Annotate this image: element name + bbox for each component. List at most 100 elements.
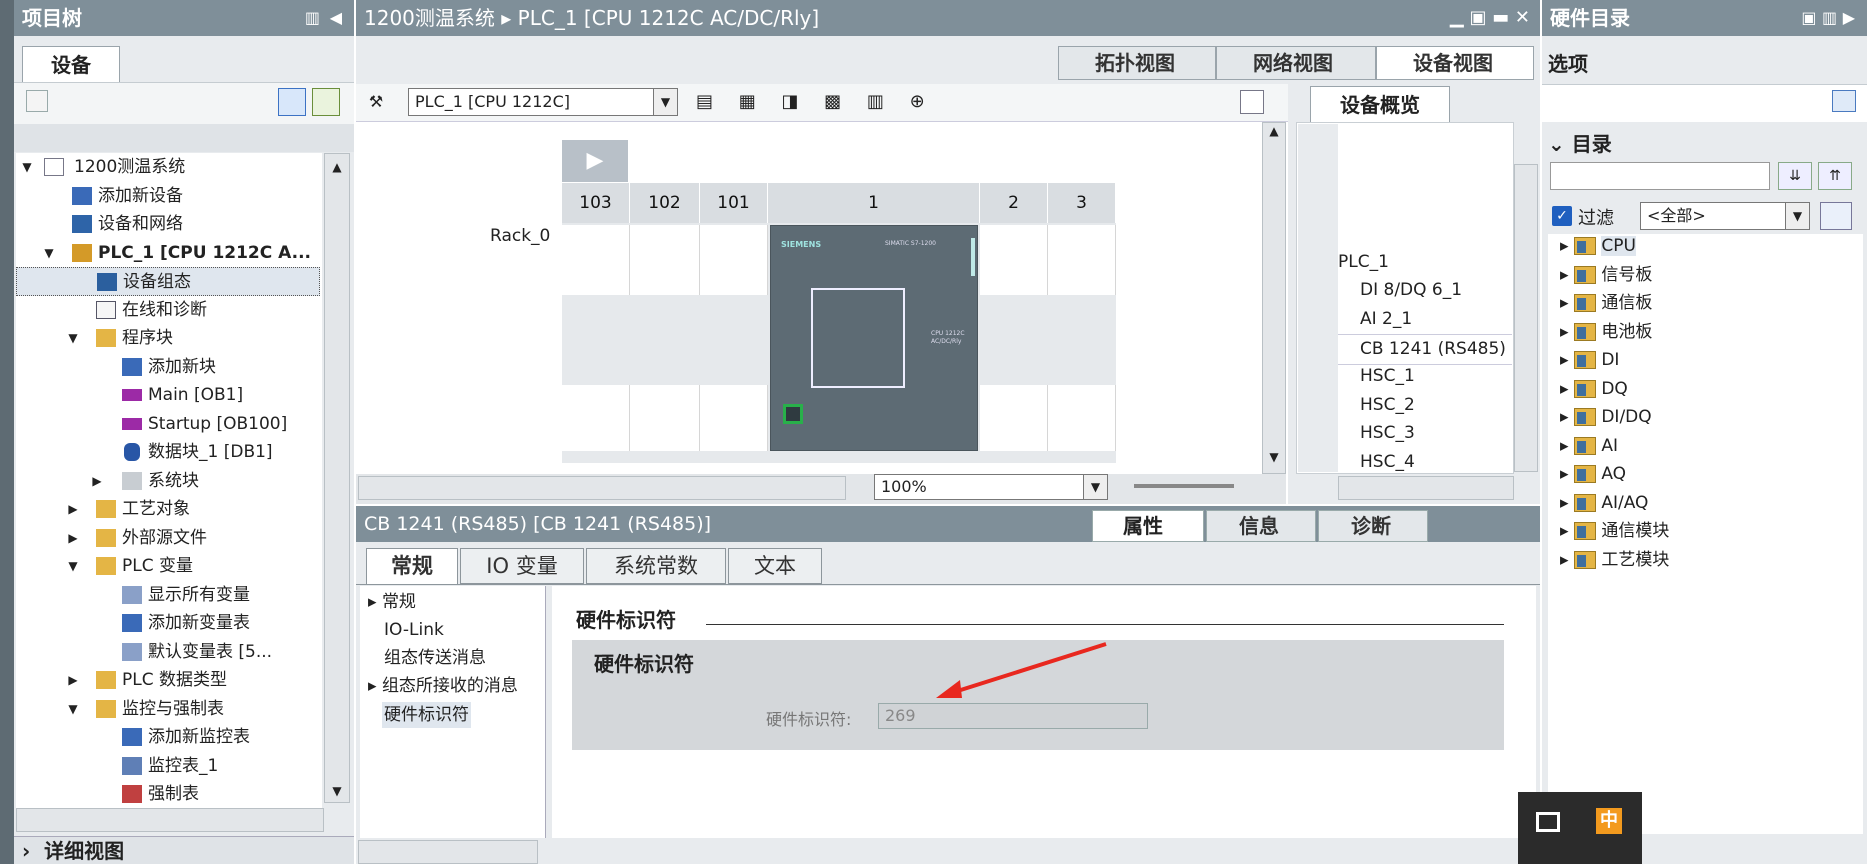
scroll-up-icon[interactable]: ▲ xyxy=(326,156,348,178)
overview-row[interactable]: PLC_1 xyxy=(1338,248,1389,277)
export-icon[interactable] xyxy=(312,88,340,116)
tree-item-plc-data-types[interactable]: ▶ PLC 数据类型 xyxy=(16,666,320,695)
tree-item-external-sources[interactable]: ▶ 外部源文件 xyxy=(16,524,320,553)
tree-item-default-tag-table[interactable]: 默认变量表 [5... xyxy=(16,638,320,667)
catalog-item-comm-boards[interactable]: ▸ 通信板 xyxy=(1560,289,1652,318)
tree-item-device-config[interactable]: 设备组态 xyxy=(16,267,320,296)
zoom-slider[interactable] xyxy=(1134,484,1234,488)
tree-item-db1[interactable]: 数据块_1 [DB1] xyxy=(16,438,320,467)
ime-layout-icon[interactable] xyxy=(1536,812,1560,832)
canvas-vscrollbar[interactable] xyxy=(1262,122,1286,474)
nav-general[interactable]: ▸ 常规 xyxy=(368,588,416,616)
properties-hscrollbar[interactable] xyxy=(358,840,538,864)
tree-vscrollbar[interactable] xyxy=(324,153,350,803)
overview-view-icon[interactable] xyxy=(278,88,306,116)
catalog-item-cpu[interactable]: ▸ CPU xyxy=(1560,232,1636,261)
scroll-down-icon[interactable]: ▼ xyxy=(326,780,348,802)
tree-item-plc[interactable]: ▼ PLC_1 [CPU 1212C A... xyxy=(16,239,320,268)
tab-inspector-diagnostics[interactable]: 诊断 xyxy=(1318,510,1428,542)
folder-icon xyxy=(1573,323,1596,341)
catalog-view-icon[interactable] xyxy=(1832,90,1856,112)
tree-item-add-tag-table[interactable]: 添加新变量表 xyxy=(16,609,320,638)
scroll-up-icon[interactable]: ▲ xyxy=(1264,124,1284,144)
overview-row[interactable]: DI 8/DQ 6_1 xyxy=(1360,276,1462,305)
catalog-item-battery-boards[interactable]: ▸ 电池板 xyxy=(1560,318,1652,347)
nav-config-receive[interactable]: ▸ 组态所接收的消息 xyxy=(368,672,518,700)
catalog-item-aq[interactable]: ▸ AQ xyxy=(1560,460,1626,489)
new-device-icon[interactable] xyxy=(26,90,48,112)
nav-hardware-id[interactable]: 硬件标识符 xyxy=(382,702,471,728)
overview-hscrollbar[interactable] xyxy=(1338,476,1514,500)
search-down-icon[interactable]: ⇊ xyxy=(1778,162,1812,190)
tab-general[interactable]: 常规 xyxy=(366,548,458,584)
catalog-item-dq[interactable]: ▸ DQ xyxy=(1560,375,1628,404)
overview-row[interactable]: AI 2_1 xyxy=(1360,305,1412,334)
ime-mode-indicator[interactable]: 中 xyxy=(1596,808,1622,834)
catalog-item-di-dq[interactable]: ▸ DI/DQ xyxy=(1560,403,1652,432)
catalog-options[interactable]: 选项 xyxy=(1548,48,1588,77)
catalog-section[interactable]: ⌄ 目录 xyxy=(1548,128,1612,157)
tree-item-technology-objects[interactable]: ▶ 工艺对象 xyxy=(16,495,320,524)
tree-item-plc-tags[interactable]: ▼ PLC 变量 xyxy=(16,552,320,581)
catalog-item-signal-boards[interactable]: ▸ 信号板 xyxy=(1560,261,1652,290)
catalog-item-comm-modules[interactable]: ▸ 通信模块 xyxy=(1560,517,1669,546)
catalog-item-tech-modules[interactable]: ▸ 工艺模块 xyxy=(1560,546,1669,575)
filter-checkbox[interactable]: ✓ xyxy=(1552,206,1572,226)
tab-topology-view[interactable]: 拓扑视图 xyxy=(1058,46,1216,80)
search-up-icon[interactable]: ⇈ xyxy=(1818,162,1852,190)
tree-item-system-blocks[interactable]: ▶ 系统块 xyxy=(16,467,320,496)
tree-hscrollbar[interactable] xyxy=(16,808,324,832)
tab-device-overview[interactable]: 设备概览 xyxy=(1310,86,1450,122)
tree-item-program-blocks[interactable]: ▼ 程序块 xyxy=(16,324,320,353)
tab-system-constants[interactable]: 系统常数 xyxy=(586,548,726,584)
catalog-item-di[interactable]: ▸ DI xyxy=(1560,346,1619,375)
tab-inspector-properties[interactable]: 属性 xyxy=(1092,510,1204,542)
filter-profile-icon[interactable] xyxy=(1820,202,1852,230)
overview-row-selected[interactable]: CB 1241 (RS485) xyxy=(1338,334,1512,365)
catalog-search-input[interactable] xyxy=(1550,162,1770,190)
tree-item-watch-table-1[interactable]: 监控表_1 xyxy=(16,752,320,781)
overview-row[interactable]: HSC_3 xyxy=(1360,419,1415,448)
tree-item-devices-networks[interactable]: 设备和网络 xyxy=(16,210,320,239)
hardware-id-field[interactable]: 269 xyxy=(878,703,1148,729)
catalog-item-ai[interactable]: ▸ AI xyxy=(1560,432,1618,461)
tree-item-main-ob1[interactable]: Main [OB1] xyxy=(16,381,320,410)
nav-io-link[interactable]: IO-Link xyxy=(384,616,444,644)
toggle-overview-icon[interactable] xyxy=(1240,90,1264,114)
plc-module[interactable]: SIEMENS SIMATIC S7-1200 CPU 1212C AC/DC/… xyxy=(770,225,978,451)
rack-expand-button[interactable]: ▶ xyxy=(562,140,628,182)
device-select[interactable]: PLC_1 [CPU 1212C] ▼ xyxy=(408,88,678,116)
scroll-down-icon[interactable]: ▼ xyxy=(1264,450,1284,470)
pin-icon[interactable]: ⚒ xyxy=(364,90,388,114)
tab-devices[interactable]: 设备 xyxy=(22,46,120,82)
filter-select[interactable]: <全部> ▼ xyxy=(1640,202,1810,230)
tab-inspector-info[interactable]: 信息 xyxy=(1206,510,1316,542)
folder-icon xyxy=(1573,380,1596,398)
tree-item-force-table[interactable]: 强制表 xyxy=(16,780,320,809)
tab-io-tags[interactable]: IO 变量 xyxy=(460,548,584,584)
overview-row[interactable]: HSC_4 xyxy=(1360,448,1415,477)
folder-icon xyxy=(96,671,116,689)
tree-item-add-device[interactable]: 添加新设备 xyxy=(16,182,320,211)
nav-config-send[interactable]: 组态传送消息 xyxy=(384,644,486,672)
tree-item-show-all-tags[interactable]: 显示所有变量 xyxy=(16,581,320,610)
tab-device-view[interactable]: 设备视图 xyxy=(1376,46,1534,80)
tree-item-project[interactable]: ▼ 1200测温系统 xyxy=(16,153,320,182)
signal-board-slot[interactable] xyxy=(811,288,905,388)
tree-item-add-block[interactable]: 添加新块 xyxy=(16,353,320,382)
tree-item-startup-ob100[interactable]: Startup [OB100] xyxy=(16,410,320,439)
tab-texts[interactable]: 文本 xyxy=(728,548,822,584)
tab-network-view[interactable]: 网络视图 xyxy=(1216,46,1376,80)
tree-item-online-diag[interactable]: 在线和诊断 xyxy=(16,296,320,325)
canvas-hscrollbar[interactable] xyxy=(358,476,846,500)
overview-row[interactable]: HSC_1 xyxy=(1360,362,1415,391)
slot-header-1: 1 xyxy=(768,183,980,223)
overview-vscrollbar[interactable] xyxy=(1514,164,1538,472)
overview-row[interactable]: HSC_2 xyxy=(1360,391,1415,420)
tree-item-add-watch-table[interactable]: 添加新监控表 xyxy=(16,723,320,752)
detail-view-header[interactable]: › 详细视图 xyxy=(14,836,354,864)
toolbar-icons[interactable]: ▤ ▦ ◨ ▩ ▥ ⊕ xyxy=(696,88,952,116)
tree-item-watch-force-tables[interactable]: ▼ 监控与强制表 xyxy=(16,695,320,724)
catalog-item-ai-aq[interactable]: ▸ AI/AQ xyxy=(1560,489,1648,518)
zoom-select[interactable]: 100% ▼ xyxy=(874,474,1108,500)
